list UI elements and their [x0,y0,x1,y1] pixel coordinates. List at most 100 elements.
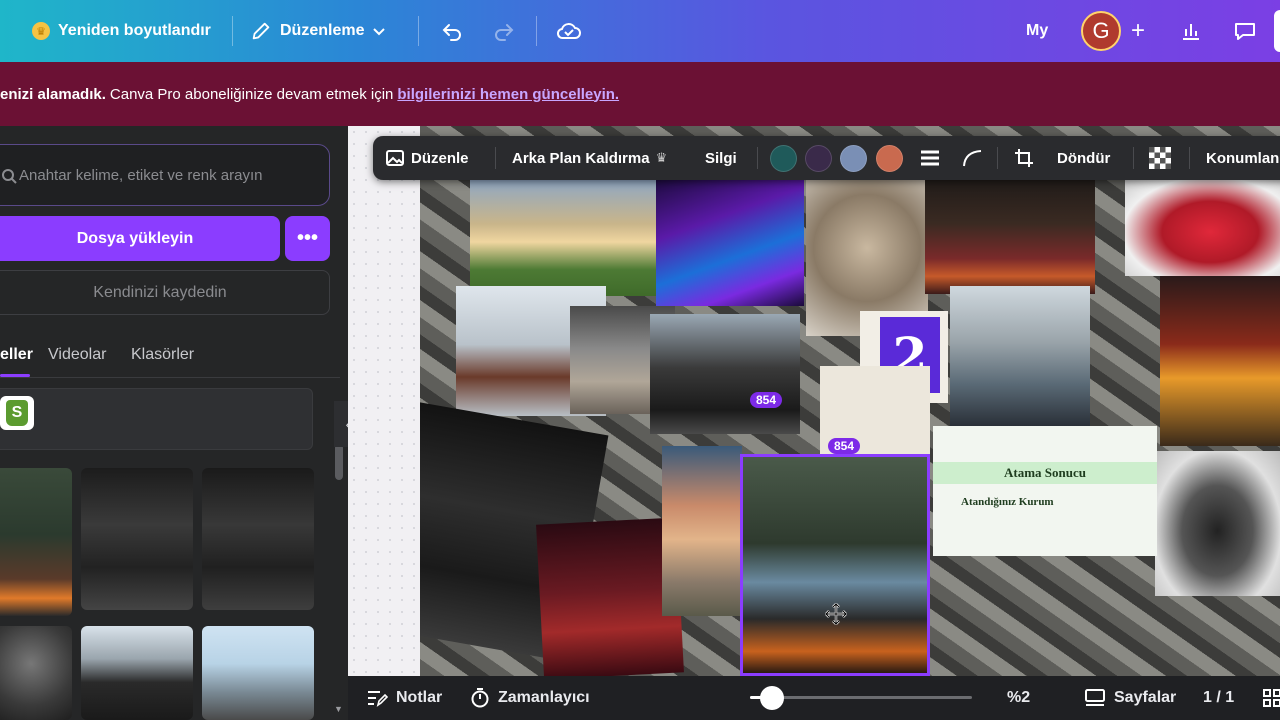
collaborator-badge: 854 [828,438,861,454]
assignment-result-card[interactable]: Atama Sonucu Atandığınız Kurum [933,426,1157,556]
divider [757,147,758,169]
stadium-photo[interactable] [950,286,1090,426]
tab-images[interactable]: eller [0,346,33,364]
redo-icon[interactable] [488,15,520,47]
avatar-initial: G [1092,18,1110,43]
upload-item-card[interactable] [0,388,313,450]
more-options-button[interactable]: ••• [285,216,330,261]
shopify-logo-icon: S [0,396,34,430]
avatar[interactable]: G [1081,11,1121,51]
undo-icon[interactable] [436,15,468,47]
timer-button[interactable]: Zamanlayıcı [470,676,590,720]
move-cursor-icon [825,603,847,625]
add-collaborator-icon[interactable]: + [1122,15,1154,47]
upload-thumbnail[interactable] [81,626,193,720]
share-button[interactable] [1274,10,1280,52]
divider [997,147,998,169]
divider [418,16,419,46]
zoom-slider-handle[interactable] [760,686,784,710]
tab-folders[interactable]: Klasörler [131,346,194,364]
divider [1133,147,1134,169]
red-car-photo[interactable] [1125,178,1280,276]
cozy-room-photo[interactable] [925,176,1095,294]
crown-icon: ♛ [32,22,50,40]
resize-button[interactable]: ♛ Yeniden boyutlandır [32,0,211,62]
divider [1189,147,1190,169]
comment-icon[interactable] [1224,10,1266,52]
divider [232,16,233,46]
collaborator-badge: 854 [750,392,783,408]
upload-file-button[interactable]: Dosya yükleyin [0,216,280,261]
gaming-room-photo[interactable] [656,176,804,306]
my-label[interactable]: My [1026,0,1048,62]
divider [495,147,496,169]
color-swatch[interactable] [840,145,867,172]
car-interior-photo[interactable] [650,314,800,434]
scrollbar-thumb[interactable] [335,444,343,480]
color-swatch[interactable] [770,145,797,172]
corner-rounding-icon[interactable] [961,136,983,180]
upload-thumbnail[interactable] [0,468,72,616]
notes-label: Notlar [396,689,443,706]
background-remover-label: Arka Plan Kaldırma [512,149,650,167]
divider [536,16,537,46]
insights-icon[interactable] [1170,10,1212,52]
fans-photo[interactable] [1160,276,1280,446]
timer-icon [471,688,489,708]
rotate-button[interactable]: Döndür [1057,136,1110,180]
eraser-button[interactable]: Silgi [705,136,737,180]
resize-label: Yeniden boyutlandır [58,22,211,39]
upload-thumbnail[interactable] [81,468,193,610]
selected-campfire-photo[interactable] [740,454,930,676]
zoom-percentage[interactable]: %2 [1007,676,1030,720]
scroll-down-icon[interactable]: ▼ [334,704,343,714]
timer-label: Zamanlayıcı [498,689,590,706]
top-bar: ♛ Yeniden boyutlandır Düzenleme My G + [0,0,1280,62]
image-icon [386,150,404,166]
pages-label: Sayfalar [1114,689,1177,706]
search-input[interactable]: Anahtar kelime, etiket ve renk arayın [0,144,330,206]
color-swatch[interactable] [876,145,903,172]
position-label: Konumlan [1206,149,1280,167]
tab-videos[interactable]: Videolar [48,346,106,364]
update-billing-link[interactable]: bilgilerinizi hemen güncelleyin. [397,86,619,103]
banner-message: Canva Pro aboneliğinize devam etmek için [109,85,394,103]
card-title: Atama Sonucu [933,462,1157,484]
chevron-down-icon [373,28,386,36]
position-button[interactable]: Konumlan [1206,136,1279,180]
crown-icon: ♛ [655,150,668,165]
grid-view-icon[interactable] [1262,676,1280,720]
uploads-panel: Anahtar kelime, etiket ve renk arayın Do… [0,126,348,720]
house-photo[interactable] [470,176,658,296]
upload-thumbnail[interactable] [202,626,314,720]
page-counter: 1 / 1 [1203,676,1234,720]
edit-mode-button[interactable]: Düzenleme [250,0,386,62]
motorcycle-photo[interactable] [1155,451,1280,596]
design-page[interactable]: 2 854 854 [420,126,1280,676]
rotate-label: Döndür [1057,149,1111,167]
banner-prefix: enizi alamadık. [0,85,106,103]
upload-thumbnail[interactable] [202,468,314,610]
search-placeholder: Anahtar kelime, etiket ve renk arayın [19,166,263,184]
van-sunset-photo[interactable] [662,446,742,616]
transparency-icon[interactable] [1149,136,1171,180]
cloud-saved-icon[interactable] [553,15,585,47]
context-toolbar: Düzenle Arka Plan Kaldırma ♛ Silgi Döndü… [373,136,1280,180]
search-icon [2,169,17,184]
record-yourself-button[interactable]: Kendinizi kaydedin [0,270,330,315]
pencil-icon [252,22,270,40]
pages-button[interactable]: Sayfalar [1084,676,1176,720]
edit-image-button[interactable]: Düzenle [385,136,469,180]
border-style-icon[interactable] [919,136,941,180]
background-remover-button[interactable]: Arka Plan Kaldırma ♛ [512,136,667,180]
zoom-label: %2 [1007,689,1031,706]
edit-mode-label: Düzenleme [280,22,365,39]
payment-warning-banner: enizi alamadık. Canva Pro aboneliğinize … [0,62,1280,126]
notes-button[interactable]: Notlar [366,676,442,720]
crop-icon[interactable] [1013,136,1035,180]
divider [0,377,340,378]
notes-icon [368,691,388,707]
card-subtitle: Atandığınız Kurum [961,496,1054,508]
color-swatch[interactable] [805,145,832,172]
upload-thumbnail[interactable] [0,626,72,720]
